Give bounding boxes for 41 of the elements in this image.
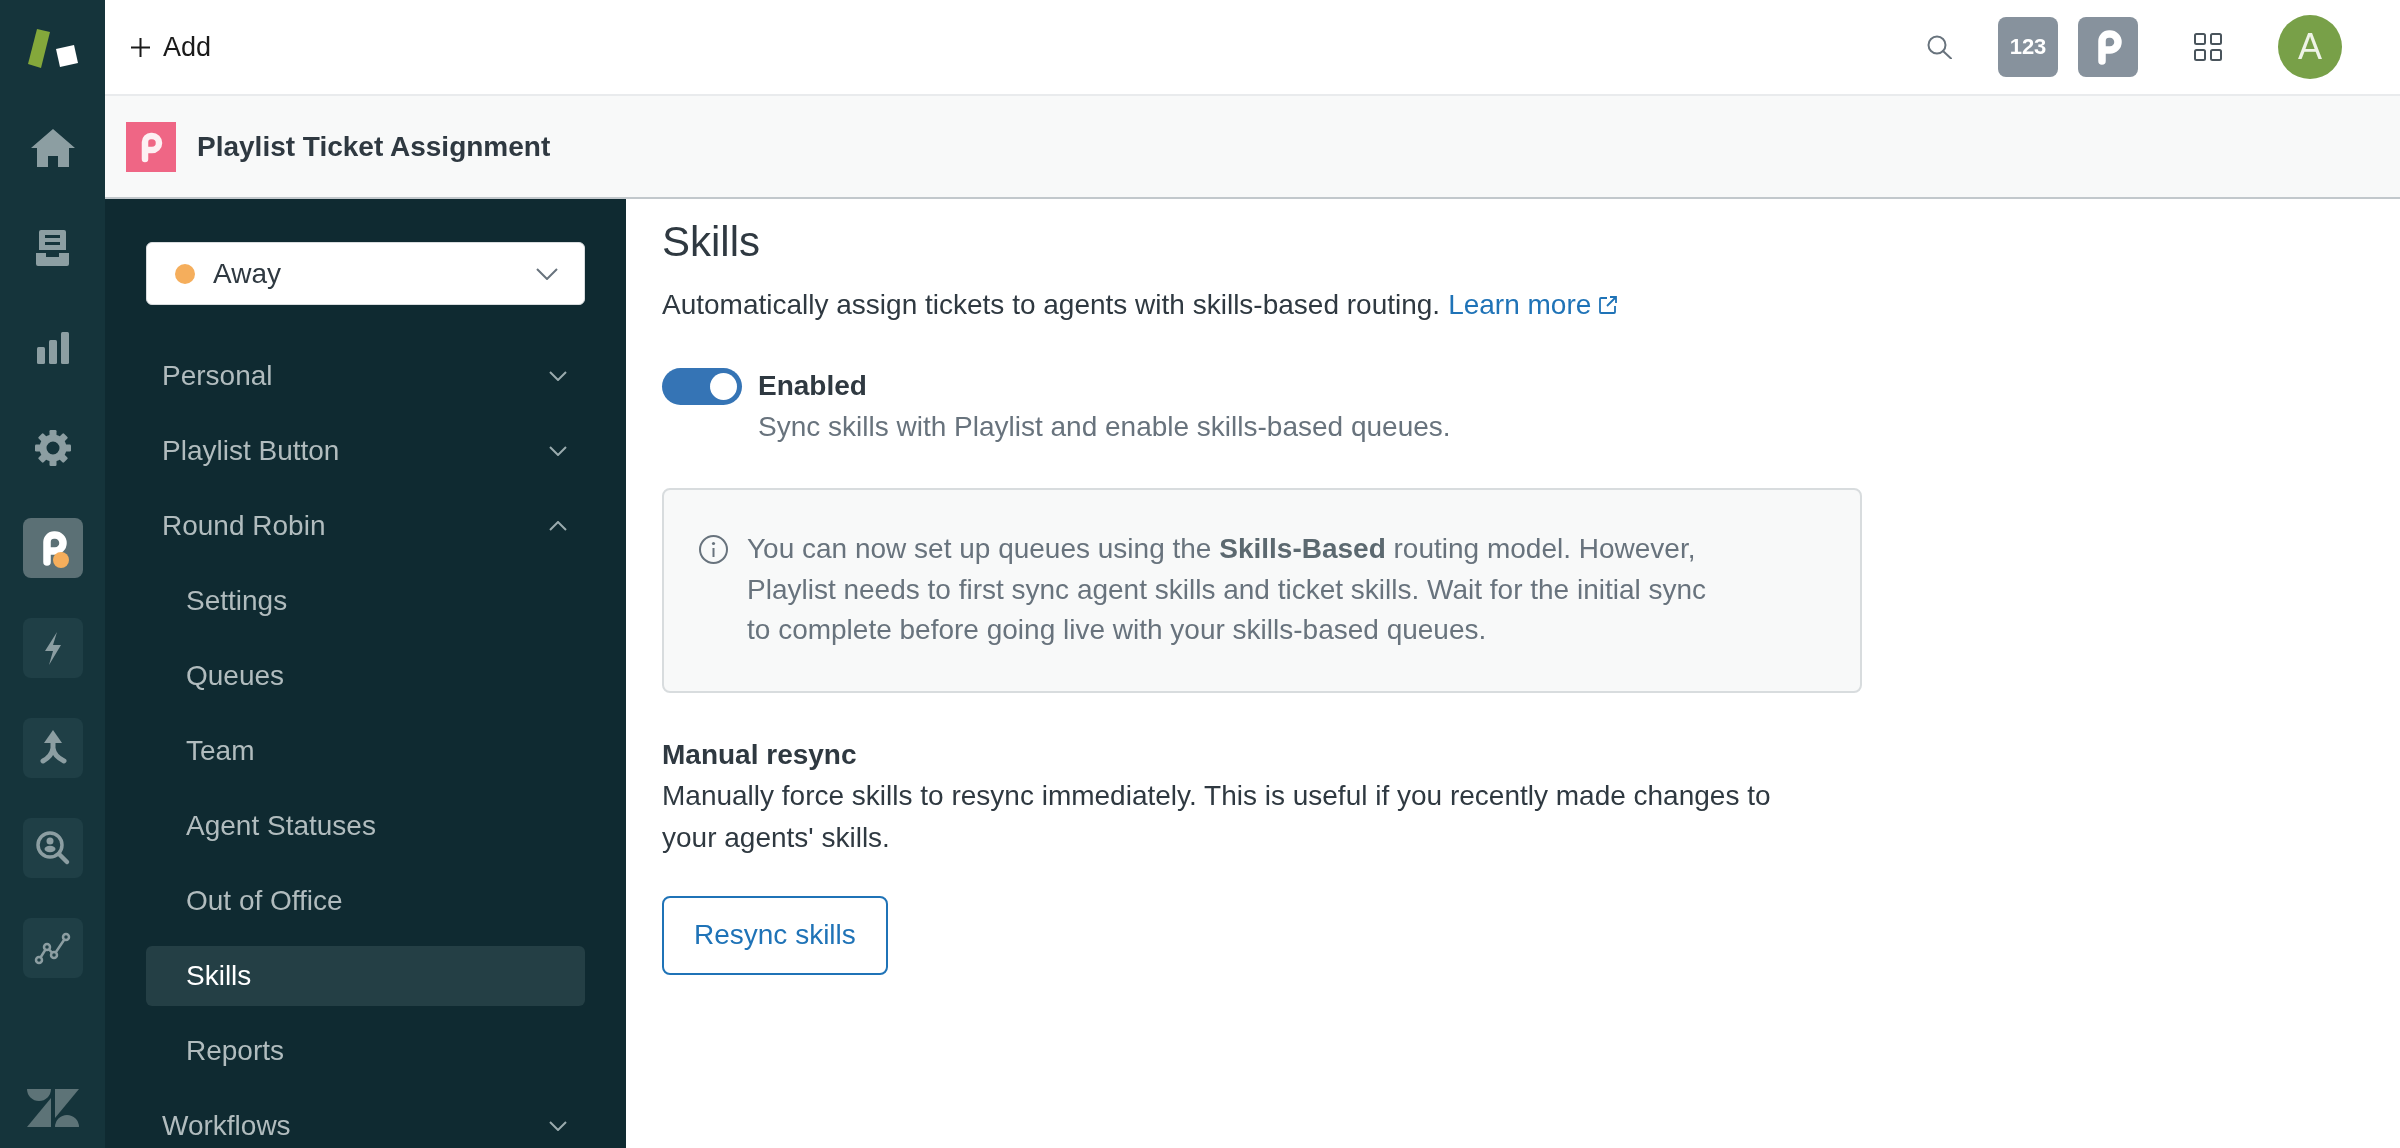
toggle-hint: Sync skills with Playlist and enable skills-based queues. [758, 410, 1451, 444]
inbox-tray-icon[interactable] [36, 230, 69, 266]
nav-item[interactable]: Personal [146, 346, 585, 406]
app-title: Playlist Ticket Assignment [197, 130, 551, 163]
nav-item[interactable]: Round Robin [146, 496, 585, 556]
nav-subitem[interactable]: Agent Statuses [146, 796, 585, 856]
line-graph-icon[interactable] [22, 918, 83, 978]
letter-p-icon[interactable] [22, 518, 83, 578]
nav-subitem[interactable]: Queues [146, 646, 585, 706]
nav-subitem[interactable]: Out of Office [146, 871, 585, 931]
nav-subitem[interactable]: Reports [146, 1021, 585, 1081]
nav-item[interactable]: Workflows [146, 1096, 585, 1148]
nav-item[interactable]: Playlist Button [146, 421, 585, 481]
section-heading: Manual resync [662, 737, 858, 772]
learn-more-link[interactable]: Learn more [1448, 285, 1618, 325]
nav-subitem[interactable]: Team [146, 721, 585, 781]
toggle-switch[interactable] [662, 368, 742, 405]
chevron-down-icon [536, 267, 558, 280]
page-title: Skills [662, 217, 761, 267]
external-link-icon [1599, 296, 1618, 314]
notice-text: You can now set up queues using the Skills-Based routing model. However, Playlist needs to first sync agent skills and ticket skills. Wait for the initial sync to complete before going live with your skills-based queues. [747, 532, 1708, 647]
settings-icon[interactable] [34, 430, 71, 466]
person-search-icon[interactable] [22, 818, 83, 878]
plus-icon [131, 37, 150, 57]
section-description: Manually force skills to resync immediately. This is useful if you recently made changes to your agents' skills. [662, 778, 1772, 855]
resync-button[interactable]: Resync skills [662, 895, 888, 975]
home-icon[interactable] [30, 129, 75, 167]
status-dropdown[interactable]: Away [146, 242, 585, 305]
z-logo-icon[interactable] [26, 1088, 79, 1128]
search-icon[interactable] [1927, 35, 1952, 59]
info-icon [699, 535, 728, 564]
bar-chart-icon[interactable] [36, 332, 69, 364]
nav-subitem[interactable]: Settings [146, 571, 585, 631]
lightning-bolt-icon[interactable] [22, 618, 83, 678]
letter-p-icon [126, 121, 176, 172]
grid-icon[interactable] [2194, 33, 2222, 61]
logo-icon[interactable] [26, 28, 79, 68]
toggle-label: Enabled [758, 369, 868, 403]
description-text: Automatically assign tickets to agents with skills-based routing. [662, 288, 1441, 322]
add-button[interactable]: Add [131, 31, 212, 63]
nav-subitem[interactable]: Skills [146, 946, 585, 1006]
